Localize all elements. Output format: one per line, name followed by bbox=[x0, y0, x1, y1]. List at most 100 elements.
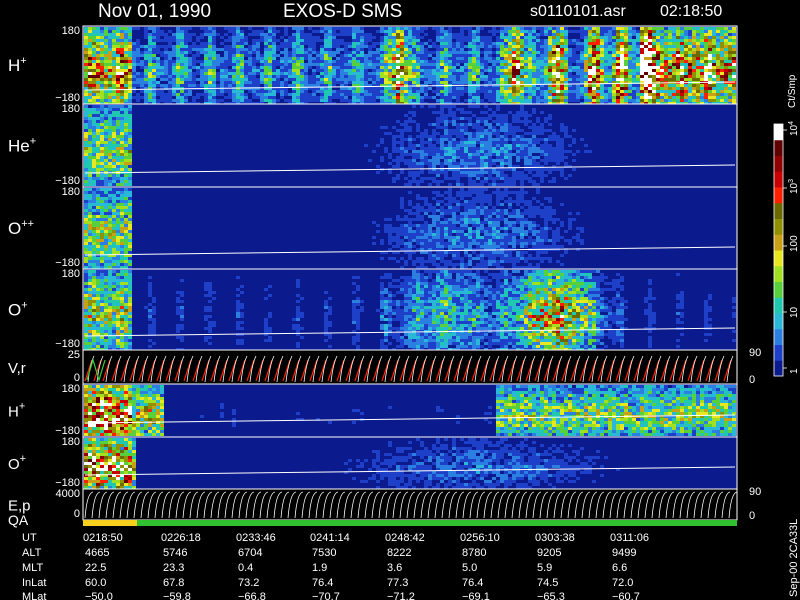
table-cell: 22.5 bbox=[85, 562, 106, 574]
colorbar-tick-label: 100 bbox=[789, 235, 800, 252]
y-tick-top: 25 bbox=[68, 349, 80, 361]
colorbar-tick-label: 104 bbox=[788, 121, 800, 136]
table-cell: 0256:10 bbox=[460, 532, 500, 544]
qa-bar-green bbox=[137, 520, 737, 526]
colorbar-swatch bbox=[774, 328, 783, 345]
y-tick-top: 4000 bbox=[56, 488, 80, 500]
table-cell: 76.4 bbox=[462, 577, 483, 589]
table-row-label: UT bbox=[22, 532, 37, 544]
table-row-label: MLat bbox=[22, 591, 46, 600]
panel-2: He+180−180 bbox=[8, 103, 738, 188]
colorbar-swatch bbox=[774, 313, 783, 330]
table-cell: 72.0 bbox=[612, 577, 633, 589]
qa-label: QA bbox=[8, 512, 29, 528]
table-cell: 67.8 bbox=[163, 577, 184, 589]
right-tick-bottom: 0 bbox=[749, 510, 755, 522]
exos-d-sms-plot: Nov 01, 1990 EXOS-D SMS s0110101.asr 02:… bbox=[8, 1, 800, 600]
y-tick-top: 180 bbox=[62, 436, 80, 448]
colorbar-swatch bbox=[774, 187, 783, 204]
colorbar-swatch bbox=[774, 234, 783, 251]
table-cell: 3.6 bbox=[387, 562, 402, 574]
table-cell: 0226:18 bbox=[161, 532, 201, 544]
panel-3: O++180−180 bbox=[8, 186, 738, 270]
table-cell: 74.5 bbox=[537, 577, 558, 589]
colorbar-swatch bbox=[774, 124, 783, 141]
side-note: Sep-00 2CA33L bbox=[788, 519, 800, 597]
panel-8: E,p40000900 bbox=[8, 486, 761, 522]
table-cell: 6704 bbox=[238, 547, 262, 559]
table-cell: 8780 bbox=[462, 547, 486, 559]
colorbar-swatch bbox=[774, 281, 783, 298]
panel-label: O++ bbox=[8, 218, 34, 238]
spectrogram-cells bbox=[84, 27, 736, 105]
table-cell: 0241:14 bbox=[310, 532, 350, 544]
table-cell: 0.4 bbox=[238, 562, 253, 574]
y-tick-bottom: 0 bbox=[74, 508, 80, 520]
y-tick-top: 180 bbox=[62, 103, 80, 115]
panel-1: H+180−180 bbox=[8, 25, 738, 105]
panel-label: O+ bbox=[8, 453, 26, 473]
y-tick-top: 180 bbox=[62, 25, 80, 37]
panel-label: H+ bbox=[8, 55, 27, 75]
right-tick-top: 90 bbox=[749, 486, 761, 498]
qa-bar-yellow bbox=[83, 520, 137, 526]
table-cell: 0233:46 bbox=[236, 532, 276, 544]
table-cell: −71.2 bbox=[387, 591, 415, 600]
colorbar-swatch bbox=[774, 155, 783, 172]
table-cell: 5.0 bbox=[462, 562, 477, 574]
table-cell: −50.0 bbox=[85, 591, 113, 600]
table-cell: 76.4 bbox=[312, 577, 333, 589]
colorbar-swatch bbox=[774, 297, 783, 314]
plot-filename: s0110101.asr bbox=[530, 3, 626, 20]
colorbar-swatch bbox=[774, 344, 783, 361]
table-cell: −60.7 bbox=[612, 591, 640, 600]
table-cell: −70.7 bbox=[312, 591, 340, 600]
table-cell: −59.8 bbox=[163, 591, 191, 600]
colorbar-tick-label: 103 bbox=[788, 179, 800, 194]
table-cell: 7530 bbox=[312, 547, 336, 559]
table-row-label: ALT bbox=[22, 547, 42, 559]
panel-label: O+ bbox=[8, 300, 28, 320]
table-cell: 77.3 bbox=[387, 577, 408, 589]
table-cell: 1.9 bbox=[312, 562, 327, 574]
table-cell: 0248:42 bbox=[385, 532, 425, 544]
plot-date: Nov 01, 1990 bbox=[98, 1, 211, 22]
colorbar-swatch bbox=[774, 360, 783, 377]
table-cell: −65.3 bbox=[537, 591, 565, 600]
colorbar-swatch bbox=[774, 139, 783, 156]
table-cell: 4665 bbox=[85, 547, 109, 559]
table-row-label: MLT bbox=[22, 562, 43, 574]
table-cell: 0303:38 bbox=[535, 532, 575, 544]
table-cell: 9205 bbox=[537, 547, 561, 559]
table-cell: −66.8 bbox=[238, 591, 266, 600]
panel-4: O+180−180 bbox=[8, 268, 738, 351]
right-tick-bottom: 0 bbox=[749, 374, 755, 386]
panel-5: V,r250900 bbox=[8, 347, 761, 386]
panel-label: H+ bbox=[8, 401, 25, 421]
colorbar-swatch bbox=[774, 171, 783, 188]
panel-label: V,r bbox=[8, 360, 26, 377]
panel-7: O+180−180 bbox=[8, 436, 738, 490]
colorbar-tick-label: 1 bbox=[789, 368, 800, 374]
table-cell: 5746 bbox=[163, 547, 187, 559]
table-cell: 0218:50 bbox=[83, 532, 123, 544]
table-cell: −69.1 bbox=[462, 591, 490, 600]
table-cell: 6.6 bbox=[612, 562, 627, 574]
y-tick-top: 180 bbox=[62, 268, 80, 280]
colorbar-swatch bbox=[774, 265, 783, 282]
table-cell: 23.3 bbox=[163, 562, 184, 574]
panel-6: H+180−180 bbox=[8, 383, 738, 438]
colorbar-tick-label: 10 bbox=[789, 306, 800, 318]
table-cell: 9499 bbox=[612, 547, 636, 559]
y-tick-top: 180 bbox=[62, 383, 80, 395]
table-cell: 5.9 bbox=[537, 562, 552, 574]
table-cell: 73.2 bbox=[238, 577, 259, 589]
table-cell: 8222 bbox=[387, 547, 411, 559]
panel-label: He+ bbox=[8, 136, 36, 156]
table-row-label: InLat bbox=[22, 577, 46, 589]
colorbar-swatch bbox=[774, 202, 783, 219]
colorbar-swatch bbox=[774, 218, 783, 235]
y-tick-top: 180 bbox=[62, 186, 80, 198]
colorbar-swatch bbox=[774, 250, 783, 267]
table-cell: 0311:06 bbox=[610, 532, 649, 544]
